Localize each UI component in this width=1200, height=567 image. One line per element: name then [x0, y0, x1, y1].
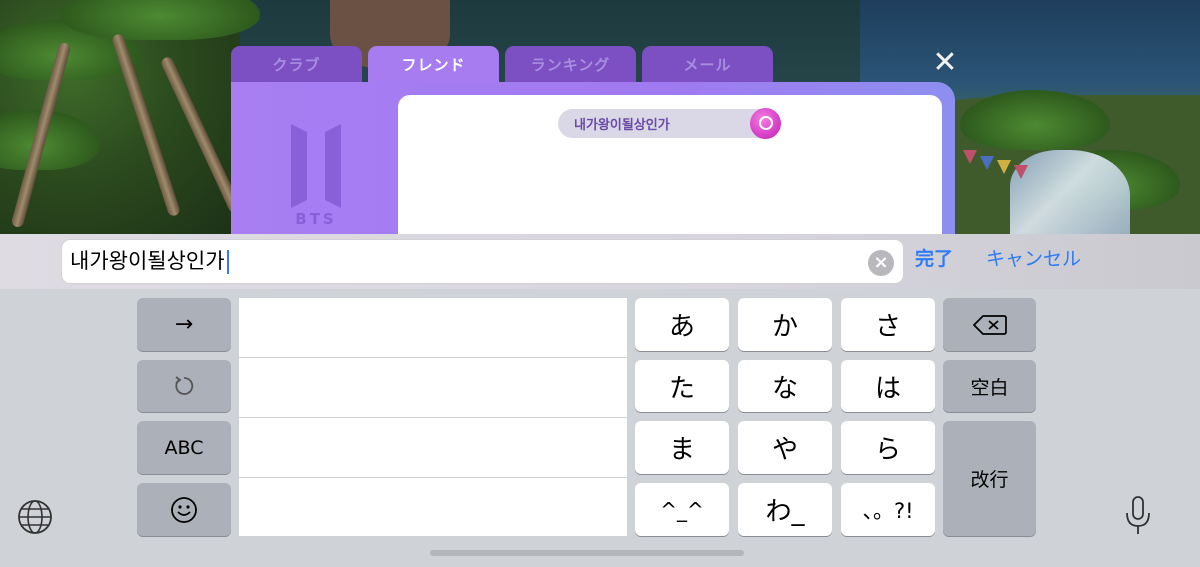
undo-key[interactable]: [137, 360, 231, 412]
arrow-key[interactable]: →: [137, 298, 231, 351]
cancel-button[interactable]: キャンセル: [986, 246, 1081, 272]
kana-key-ha[interactable]: は: [841, 360, 935, 412]
tab-ranking[interactable]: ランキング: [505, 46, 636, 82]
palm-leaves: [60, 0, 260, 40]
search-input-value: 내가왕이될상인가: [70, 249, 225, 273]
tent: [1010, 150, 1130, 240]
friend-search-text: 내가왕이될상인가: [574, 118, 670, 133]
kaomoji-key[interactable]: ^_^: [635, 483, 729, 536]
bts-logo: BTS: [291, 124, 341, 228]
emoji-icon: [171, 496, 197, 523]
text-caret: [226, 250, 229, 274]
undo-icon: [175, 376, 194, 395]
punctuation-key[interactable]: 、。?!: [841, 483, 935, 536]
bunting-flag: [963, 150, 977, 164]
tab-friend[interactable]: フレンド: [368, 46, 499, 82]
kana-key-a[interactable]: あ: [635, 298, 729, 351]
tab-mail[interactable]: メール: [642, 46, 773, 82]
candidate-row[interactable]: [239, 418, 627, 477]
candidate-row[interactable]: [239, 358, 627, 417]
search-input-text[interactable]: 내가왕이될상인가: [70, 247, 229, 275]
tab-bar: クラブ フレンド ランキング メール: [231, 46, 779, 82]
microphone-key[interactable]: [1120, 494, 1156, 538]
return-key[interactable]: 改行: [943, 421, 1036, 536]
space-key[interactable]: 空白: [943, 360, 1036, 412]
bunting-flag: [980, 156, 994, 170]
palm-leaves: [960, 90, 1110, 150]
kana-key-na[interactable]: な: [738, 360, 832, 412]
bunting-flag: [997, 160, 1011, 174]
bts-logo-text: BTS: [295, 210, 336, 228]
delete-icon: [972, 314, 1007, 335]
kana-key-ka[interactable]: か: [738, 298, 832, 351]
microphone-icon: [1126, 496, 1150, 534]
delete-key[interactable]: [943, 298, 1036, 351]
candidate-row[interactable]: [239, 298, 627, 357]
abc-key[interactable]: ABC: [137, 421, 231, 474]
search-icon[interactable]: [750, 108, 781, 139]
kana-key-ra[interactable]: ら: [841, 421, 935, 474]
close-icon[interactable]: ✕: [930, 48, 960, 78]
kana-key-sa[interactable]: さ: [841, 298, 935, 351]
done-button[interactable]: 完了: [915, 246, 953, 272]
clear-icon[interactable]: ×: [868, 250, 894, 276]
kana-key-ya[interactable]: や: [738, 421, 832, 474]
emoji-key[interactable]: [137, 483, 231, 536]
tab-club[interactable]: クラブ: [231, 46, 362, 82]
kana-key-ma[interactable]: ま: [635, 421, 729, 474]
bunting-flag: [1014, 165, 1028, 179]
globe-icon: [18, 500, 52, 534]
kana-key-ta[interactable]: た: [635, 360, 729, 412]
candidate-row[interactable]: [239, 478, 627, 536]
home-indicator: [430, 550, 744, 556]
kana-key-wa[interactable]: わ_: [738, 483, 832, 536]
globe-key[interactable]: [14, 496, 56, 538]
